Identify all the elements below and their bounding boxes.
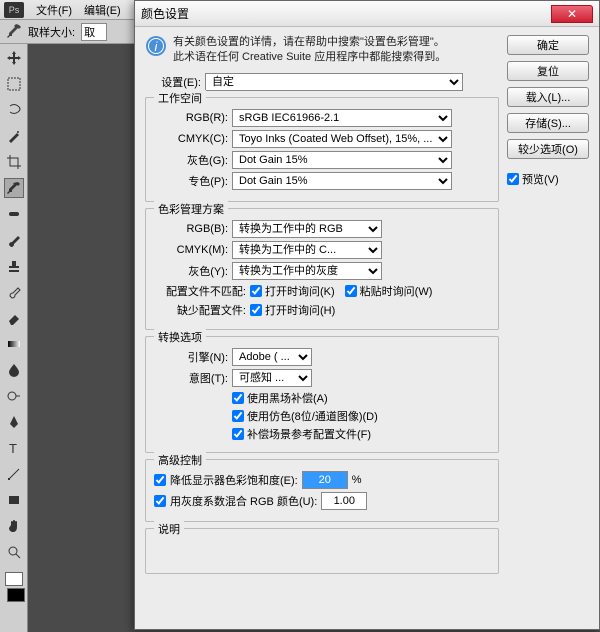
spot-dropdown[interactable]: Dot Gain 15% — [232, 172, 452, 190]
policy-gray-label: 灰色(Y): — [154, 263, 228, 279]
dialog-titlebar: 颜色设置 ✕ — [135, 1, 599, 27]
gradient-tool-icon[interactable] — [4, 334, 24, 354]
scene-ref-checkbox[interactable] — [232, 428, 244, 440]
eraser-tool-icon[interactable] — [4, 308, 24, 328]
workspace-legend: 工作空间 — [154, 90, 206, 106]
convert-legend: 转换选项 — [154, 329, 206, 345]
blur-tool-icon[interactable] — [4, 360, 24, 380]
ask-paste-label: 粘贴时询问(W) — [360, 283, 433, 299]
description-legend: 说明 — [154, 521, 184, 537]
foreground-swatch[interactable] — [5, 572, 23, 586]
desat-input[interactable] — [302, 471, 348, 489]
cmyk-dropdown[interactable]: Toyo Inks (Coated Web Offset), 15%, ... — [232, 130, 452, 148]
color-settings-dialog: 颜色设置 ✕ i 有关颜色设置的详情，请在帮助中搜索"设置色彩管理"。 此术语在… — [134, 0, 600, 630]
intent-dropdown[interactable]: 可感知 ... — [232, 369, 312, 387]
zoom-tool-icon[interactable] — [4, 542, 24, 562]
advanced-group: 高级控制 降低显示器色彩饱和度(E): % 用灰度系数混合 RGB 颜色(U): — [145, 459, 499, 522]
svg-text:T: T — [9, 441, 17, 455]
load-button[interactable]: 载入(L)... — [507, 87, 589, 107]
ask-open-checkbox[interactable] — [250, 285, 262, 297]
policy-gray-dropdown[interactable]: 转换为工作中的灰度 — [232, 262, 382, 280]
blend-checkbox[interactable] — [154, 495, 166, 507]
lasso-tool-icon[interactable] — [4, 100, 24, 120]
sample-size-combo[interactable] — [81, 23, 107, 41]
info-text-1: 有关颜色设置的详情，请在帮助中搜索"设置色彩管理"。 — [173, 35, 446, 50]
missing-label: 缺少配置文件: — [154, 302, 246, 318]
dodge-tool-icon[interactable] — [4, 386, 24, 406]
scene-ref-label: 补偿场景参考配置文件(F) — [247, 426, 371, 442]
hand-tool-icon[interactable] — [4, 516, 24, 536]
advanced-legend: 高级控制 — [154, 452, 206, 468]
dialog-title: 颜色设置 — [141, 5, 551, 22]
black-point-checkbox[interactable] — [232, 392, 244, 404]
desat-checkbox[interactable] — [154, 474, 166, 486]
desat-label: 降低显示器色彩饱和度(E): — [170, 472, 298, 488]
policy-rgb-dropdown[interactable]: 转换为工作中的 RGB — [232, 220, 382, 238]
reset-button[interactable]: 复位 — [507, 61, 589, 81]
policy-group: 色彩管理方案 RGB(B):转换为工作中的 RGB CMYK(M):转换为工作中… — [145, 208, 499, 330]
workspace-group: 工作空间 RGB(R):sRGB IEC61966-2.1 CMYK(C):To… — [145, 97, 499, 202]
rgb-label: RGB(R): — [154, 112, 228, 124]
mismatch-label: 配置文件不匹配: — [154, 283, 246, 299]
sample-size-label: 取样大小: — [28, 24, 75, 40]
move-tool-icon[interactable] — [4, 48, 24, 68]
ok-button[interactable]: 确定 — [507, 35, 589, 55]
app-logo: Ps — [4, 2, 24, 18]
dither-label: 使用仿色(8位/通道图像)(D) — [247, 408, 378, 424]
wand-tool-icon[interactable] — [4, 126, 24, 146]
engine-label: 引擎(N): — [154, 349, 228, 365]
menu-file[interactable]: 文件(F) — [30, 0, 78, 20]
policy-cmyk-dropdown[interactable]: 转换为工作中的 C... — [232, 241, 382, 259]
rgb-dropdown[interactable]: sRGB IEC61966-2.1 — [232, 109, 452, 127]
path-tool-icon[interactable] — [4, 464, 24, 484]
blend-label: 用灰度系数混合 RGB 颜色(U): — [170, 493, 317, 509]
type-tool-icon[interactable]: T — [4, 438, 24, 458]
blend-input[interactable] — [321, 492, 367, 510]
engine-dropdown[interactable]: Adobe ( ... — [232, 348, 312, 366]
marquee-tool-icon[interactable] — [4, 74, 24, 94]
crop-tool-icon[interactable] — [4, 152, 24, 172]
preview-label: 预览(V) — [522, 171, 559, 187]
fewer-options-button[interactable]: 较少选项(O) — [507, 139, 589, 159]
info-icon: i — [145, 35, 167, 57]
healing-tool-icon[interactable] — [4, 204, 24, 224]
desat-unit: % — [352, 474, 362, 486]
ask-open2-checkbox[interactable] — [250, 304, 262, 316]
policy-cmyk-label: CMYK(M): — [154, 244, 228, 256]
description-group: 说明 — [145, 528, 499, 574]
cmyk-label: CMYK(C): — [154, 133, 228, 145]
save-button[interactable]: 存储(S)... — [507, 113, 589, 133]
spot-label: 专色(P): — [154, 173, 228, 189]
eyedropper-tool-icon[interactable] — [4, 178, 24, 198]
settings-label: 设置(E): — [145, 74, 201, 90]
dither-checkbox[interactable] — [232, 410, 244, 422]
shape-tool-icon[interactable] — [4, 490, 24, 510]
close-button[interactable]: ✕ — [551, 5, 593, 23]
convert-group: 转换选项 引擎(N):Adobe ( ... 意图(T):可感知 ... 使用黑… — [145, 336, 499, 453]
background-swatch[interactable] — [7, 588, 25, 602]
ask-open2-label: 打开时询问(H) — [265, 302, 335, 318]
menu-edit[interactable]: 编辑(E) — [78, 0, 127, 20]
preview-checkbox[interactable] — [507, 173, 519, 185]
ask-open-label: 打开时询问(K) — [265, 283, 335, 299]
settings-dropdown[interactable]: 自定 — [205, 73, 463, 91]
tools-sidebar: T — [0, 44, 28, 632]
eyedropper-icon — [6, 24, 22, 40]
brush-tool-icon[interactable] — [4, 230, 24, 250]
pen-tool-icon[interactable] — [4, 412, 24, 432]
gray-label: 灰色(G): — [154, 152, 228, 168]
info-text-2: 此术语在任何 Creative Suite 应用程序中都能搜索得到。 — [173, 50, 446, 65]
history-brush-icon[interactable] — [4, 282, 24, 302]
policy-legend: 色彩管理方案 — [154, 201, 228, 217]
stamp-tool-icon[interactable] — [4, 256, 24, 276]
gray-dropdown[interactable]: Dot Gain 15% — [232, 151, 452, 169]
info-row: i 有关颜色设置的详情，请在帮助中搜索"设置色彩管理"。 此术语在任何 Crea… — [145, 35, 499, 65]
ask-paste-checkbox[interactable] — [345, 285, 357, 297]
black-point-label: 使用黑场补偿(A) — [247, 390, 328, 406]
intent-label: 意图(T): — [154, 370, 228, 386]
policy-rgb-label: RGB(B): — [154, 223, 228, 235]
